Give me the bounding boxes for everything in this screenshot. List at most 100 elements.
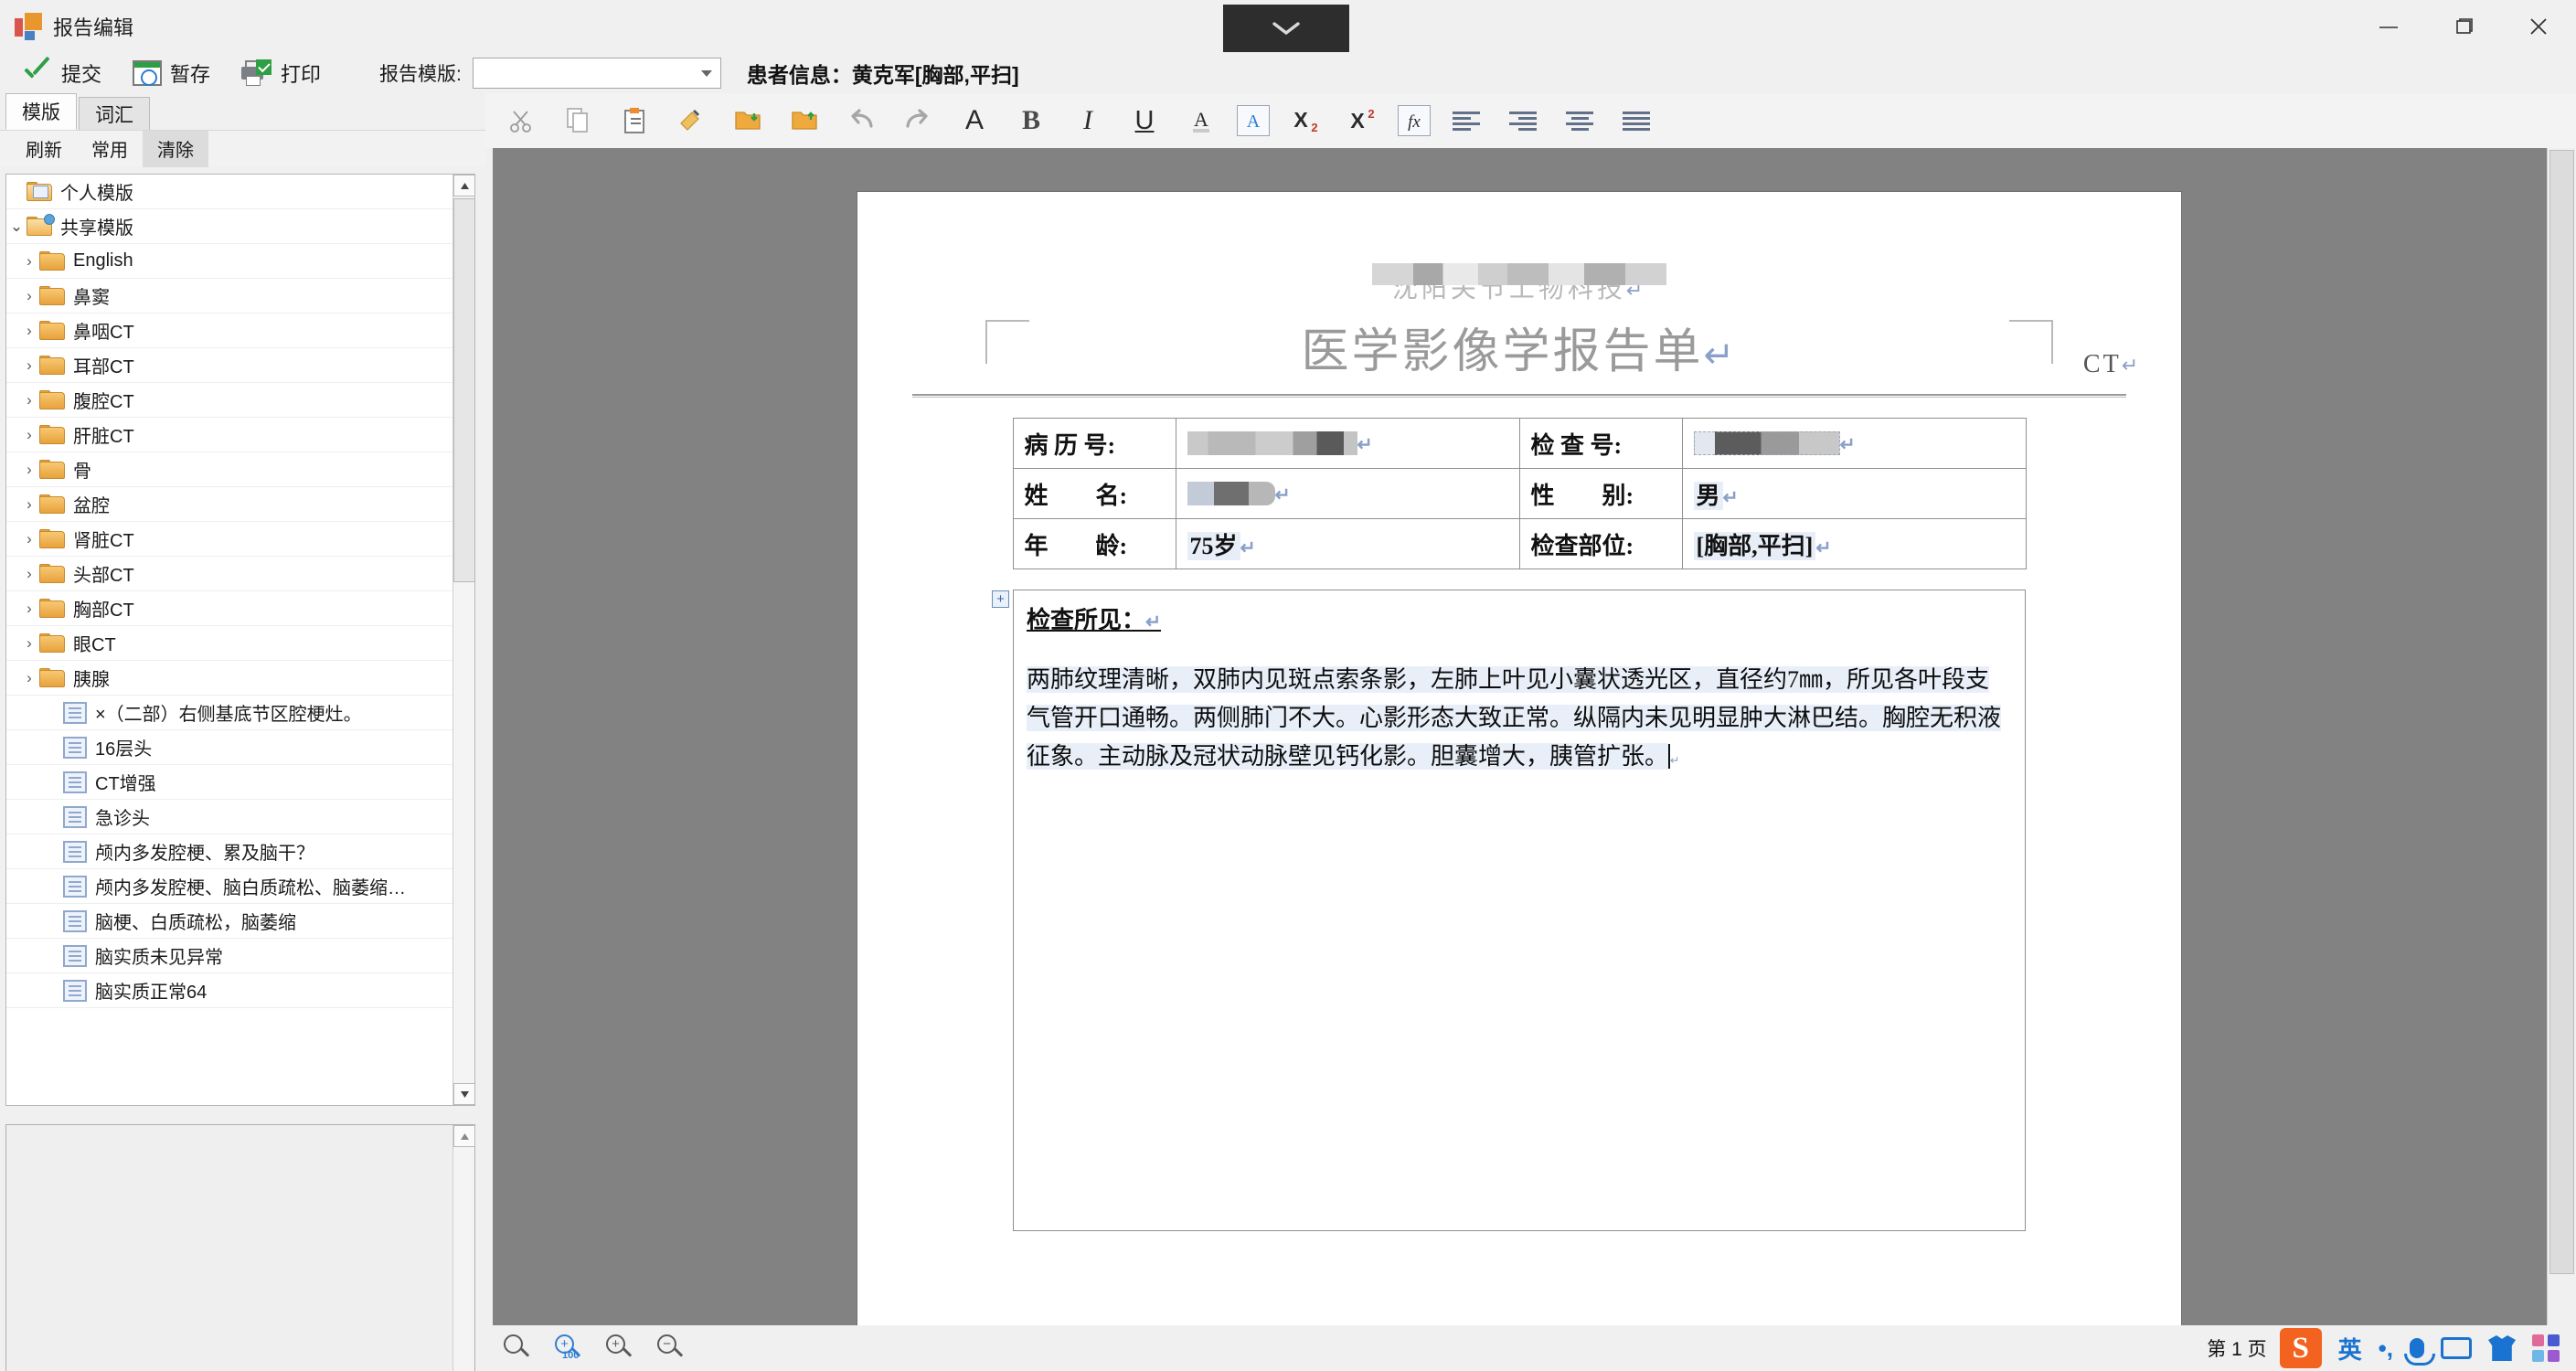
close-button[interactable] bbox=[2501, 0, 2576, 53]
ime-punctuation-toggle[interactable]: •, bbox=[2379, 1334, 2393, 1363]
formula-icon[interactable]: fx bbox=[1398, 105, 1431, 136]
tree-item[interactable]: › 胸部CT bbox=[6, 591, 452, 626]
undo-icon[interactable] bbox=[840, 100, 882, 142]
field-value-name[interactable]: ↵ bbox=[1175, 468, 1520, 519]
tree-item[interactable]: › 耳部CT bbox=[6, 348, 452, 383]
chevron-right-icon[interactable]: › bbox=[19, 287, 39, 305]
report-page[interactable]: 沈阳关节工物科技↵ 医学影像学报告单↵ CT↵ 病 历 号: ↵ 检 查 号: … bbox=[857, 192, 2181, 1339]
tree-item[interactable]: › 胰腺 bbox=[6, 661, 452, 696]
save-draft-button[interactable]: 暂存 bbox=[123, 53, 219, 93]
tree-item[interactable]: › 肾脏CT bbox=[6, 522, 452, 557]
zoom-100-icon[interactable]: +100 bbox=[555, 1334, 582, 1362]
font-icon[interactable]: A bbox=[953, 100, 995, 142]
chevron-right-icon[interactable]: › bbox=[19, 600, 39, 618]
minimize-button[interactable] bbox=[2351, 0, 2426, 53]
italic-icon[interactable]: I bbox=[1067, 100, 1109, 142]
cut-icon[interactable] bbox=[500, 100, 542, 142]
template-tree-scrollbar[interactable] bbox=[452, 175, 474, 1105]
table-row[interactable]: 年 龄: 75岁 ↵ 检查部位: [胸部,平扫] ↵ bbox=[1012, 518, 2027, 569]
chevron-right-icon[interactable]: › bbox=[19, 322, 39, 340]
chevron-right-icon[interactable]: › bbox=[19, 495, 39, 514]
format-painter-icon[interactable] bbox=[670, 100, 712, 142]
frequent-button[interactable]: 常用 bbox=[77, 131, 143, 167]
toolbox-icon[interactable] bbox=[2532, 1334, 2560, 1362]
text-highlight-icon[interactable]: A bbox=[1237, 105, 1270, 136]
open-template-icon[interactable] bbox=[727, 100, 769, 142]
findings-body[interactable]: 两肺纹理清晰，双肺内见斑点索条影，左肺上叶见小囊状透光区，直径约7㎜，所见各叶段… bbox=[1013, 646, 2026, 1231]
tree-item[interactable]: ⌄ 共享模版 bbox=[6, 209, 452, 244]
tree-item[interactable]: ×（二部）右侧基底节区腔梗灶。 bbox=[6, 696, 452, 730]
chevron-right-icon[interactable]: › bbox=[19, 356, 39, 375]
tree-item[interactable]: › 鼻咽CT bbox=[6, 314, 452, 348]
clear-button[interactable]: 清除 bbox=[143, 130, 208, 167]
skin-icon[interactable] bbox=[2488, 1335, 2516, 1361]
tree-item[interactable]: › 头部CT bbox=[6, 557, 452, 591]
chevron-right-icon[interactable]: › bbox=[19, 634, 39, 653]
tree-item[interactable]: 脑梗、白质疏松，脑萎缩 bbox=[6, 904, 452, 939]
field-value-age[interactable]: 75岁 ↵ bbox=[1175, 518, 1520, 569]
subscript-icon[interactable]: X2 bbox=[1284, 100, 1326, 142]
overlay-dropdown-button[interactable] bbox=[1223, 5, 1349, 52]
preview-scrollbar[interactable] bbox=[452, 1125, 475, 1371]
preview-scroll-up-button[interactable] bbox=[453, 1125, 475, 1147]
align-justify-icon[interactable] bbox=[1615, 100, 1657, 142]
template-select[interactable] bbox=[472, 58, 721, 89]
align-center-icon[interactable] bbox=[1559, 100, 1601, 142]
maximize-button[interactable] bbox=[2426, 0, 2501, 53]
chevron-right-icon[interactable]: › bbox=[19, 530, 39, 548]
chevron-right-icon[interactable]: › bbox=[19, 461, 39, 479]
scroll-up-button[interactable] bbox=[453, 175, 474, 197]
chevron-right-icon[interactable]: › bbox=[19, 565, 39, 583]
field-value-exam-site[interactable]: [胸部,平扫] ↵ bbox=[1681, 518, 2027, 569]
patient-meta-table[interactable]: 病 历 号: ↵ 检 查 号: ↵ 姓 名: ↵ 性 别: 男 ↵ 年 龄: 75… bbox=[1012, 418, 2027, 569]
chevron-down-icon[interactable]: ⌄ bbox=[6, 218, 27, 236]
table-row[interactable]: 姓 名: ↵ 性 别: 男 ↵ bbox=[1012, 468, 2027, 519]
microphone-icon[interactable] bbox=[2404, 1338, 2435, 1366]
paste-icon[interactable] bbox=[613, 100, 655, 142]
scroll-down-button[interactable] bbox=[453, 1083, 474, 1105]
tree-item[interactable]: › 盆腔 bbox=[6, 487, 452, 522]
chevron-right-icon[interactable]: › bbox=[19, 252, 39, 271]
tree-item[interactable]: › 鼻窦 bbox=[6, 279, 452, 314]
redo-icon[interactable] bbox=[897, 100, 939, 142]
copy-icon[interactable] bbox=[557, 100, 599, 142]
scroll-thumb[interactable] bbox=[453, 198, 474, 582]
underline-icon[interactable]: U bbox=[1123, 100, 1166, 142]
save-template-icon[interactable] bbox=[783, 100, 825, 142]
template-tree[interactable]: 个人模版 ⌄ 共享模版 › English › 鼻窦 › 鼻咽CT › 耳部CT › 腹腔CT › 肝脏CT… bbox=[5, 174, 475, 1106]
print-button[interactable]: 打印 bbox=[232, 53, 330, 93]
field-value-record-no[interactable]: ↵ bbox=[1175, 418, 1520, 469]
align-left-icon[interactable] bbox=[1445, 100, 1487, 142]
tree-item[interactable]: › 眼CT bbox=[6, 626, 452, 661]
tree-item[interactable]: 16层头 bbox=[6, 730, 452, 765]
expand-section-handle[interactable]: + bbox=[992, 590, 1009, 608]
ime-mode-toggle[interactable]: 英 bbox=[2338, 1332, 2362, 1366]
tree-item[interactable]: › 骨 bbox=[6, 452, 452, 487]
chevron-right-icon[interactable]: › bbox=[19, 391, 39, 409]
tree-item[interactable]: › 腹腔CT bbox=[6, 383, 452, 418]
editor-scrollbar[interactable] bbox=[2547, 148, 2576, 1325]
tree-item[interactable]: 颅内多发腔梗、累及脑干？ bbox=[6, 834, 452, 869]
tree-item[interactable]: 脑实质正常64 bbox=[6, 973, 452, 1008]
editor-scroll-thumb[interactable] bbox=[2549, 150, 2574, 1274]
soft-keyboard-icon[interactable] bbox=[2441, 1337, 2472, 1359]
zoom-fit-icon[interactable] bbox=[504, 1334, 531, 1362]
zoom-out-icon[interactable]: − bbox=[657, 1334, 685, 1362]
refresh-button[interactable]: 刷新 bbox=[11, 131, 77, 167]
submit-button[interactable]: 提交 bbox=[13, 53, 111, 93]
tree-item[interactable]: 个人模版 bbox=[6, 175, 452, 209]
tab-templates[interactable]: 模版 bbox=[5, 93, 77, 130]
table-row[interactable]: 病 历 号: ↵ 检 查 号: ↵ bbox=[1012, 418, 2027, 469]
field-value-gender[interactable]: 男 ↵ bbox=[1681, 468, 2027, 519]
font-color-icon[interactable]: A bbox=[1180, 100, 1222, 142]
tree-item[interactable]: › English bbox=[6, 244, 452, 279]
chevron-right-icon[interactable]: › bbox=[19, 669, 39, 687]
bold-icon[interactable]: B bbox=[1010, 100, 1052, 142]
tree-item[interactable]: 脑实质未见异常 bbox=[6, 939, 452, 973]
zoom-in-icon[interactable]: + bbox=[606, 1334, 633, 1362]
chevron-right-icon[interactable]: › bbox=[19, 426, 39, 444]
field-value-exam-no[interactable]: ↵ bbox=[1681, 418, 2027, 469]
superscript-icon[interactable]: X2 bbox=[1341, 100, 1383, 142]
tree-item[interactable]: CT增强 bbox=[6, 765, 452, 800]
sogou-ime-icon[interactable]: S bbox=[2279, 1328, 2322, 1368]
